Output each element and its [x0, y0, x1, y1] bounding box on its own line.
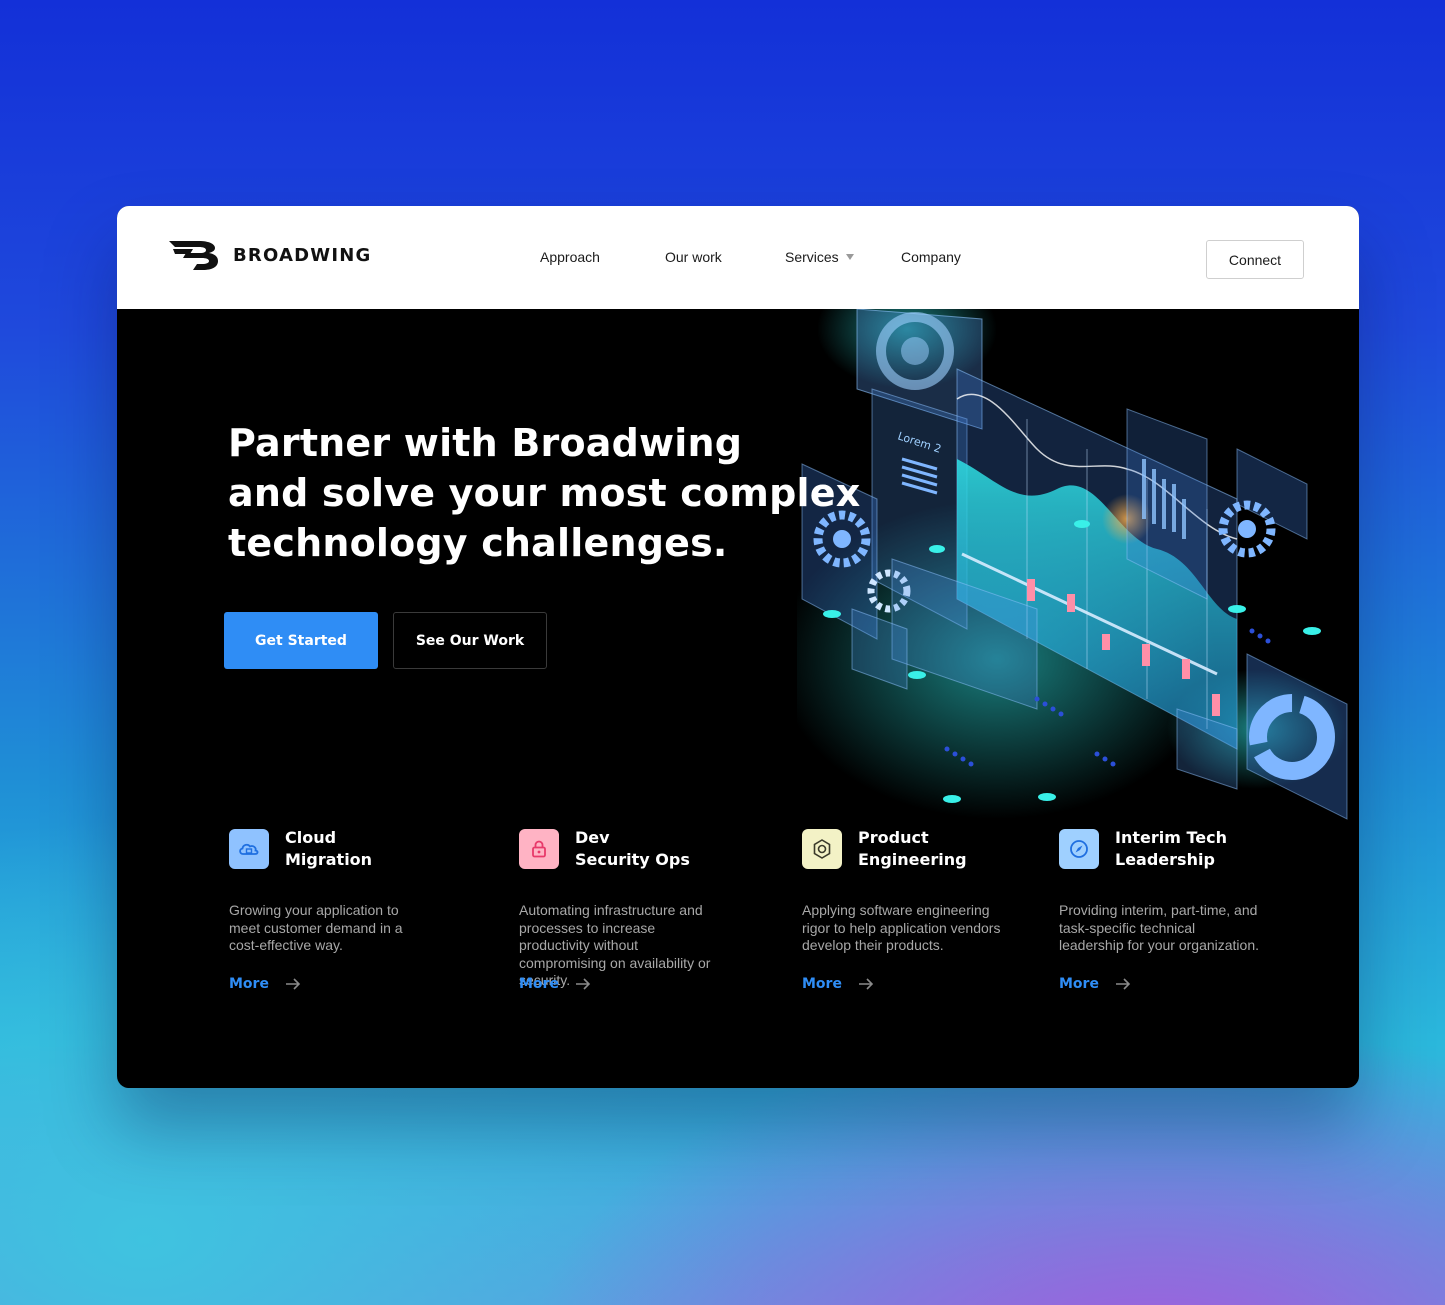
lock-icon [519, 829, 559, 869]
service-title: Product Engineering [858, 828, 967, 869]
main-menu: Approach Our work Services Company [540, 249, 1001, 265]
more-label: More [519, 976, 559, 992]
service-title: Dev Security Ops [575, 828, 690, 869]
page-background: BROADWING Approach Our work Services Com… [3, 3, 1442, 1302]
service-title: Interim Tech Leadership [1115, 828, 1227, 869]
dev-security-ops-more-link[interactable]: More [519, 976, 591, 992]
cloud-icon [229, 829, 269, 869]
headline-line-3: technology challenges. [228, 521, 728, 565]
headline-line-1: Partner with Broadwing [228, 421, 743, 465]
see-our-work-button[interactable]: See Our Work [393, 612, 547, 669]
service-card-interim-tech-leadership: Interim Tech Leadership Providing interi… [1059, 827, 1279, 955]
browser-window: BROADWING Approach Our work Services Com… [117, 206, 1359, 1088]
brand-name: BROADWING [233, 244, 372, 266]
hero-section: Lorem 2 Partner with Broadwing and solve… [117, 309, 1359, 1088]
service-card-dev-security-ops: Dev Security Ops Automating infrastructu… [519, 827, 739, 990]
nav-our-work[interactable]: Our work [665, 249, 785, 265]
service-description: Providing interim, part-time, and task-s… [1059, 902, 1260, 953]
arrow-right-icon [285, 978, 301, 990]
cloud-migration-more-link[interactable]: More [229, 976, 301, 992]
donut-chart-panel [1246, 653, 1348, 820]
nav-services[interactable]: Services [785, 249, 901, 265]
chevron-down-icon [845, 254, 854, 260]
arrow-right-icon [858, 978, 874, 990]
service-description: Applying software engineering rigor to h… [802, 902, 1001, 953]
brand-logo[interactable]: BROADWING [169, 239, 371, 271]
nav-company[interactable]: Company [901, 249, 1001, 265]
isometric-dashboard-illustration: Lorem 2 [797, 309, 1348, 820]
interim-tech-leadership-more-link[interactable]: More [1059, 976, 1131, 992]
arrow-right-icon [1115, 978, 1131, 990]
service-title: Cloud Migration [285, 828, 373, 869]
nav-services-label: Services [785, 249, 839, 265]
get-started-button[interactable]: Get Started [224, 612, 378, 669]
service-card-cloud-migration: Cloud Migration Growing your application… [229, 827, 449, 955]
more-label: More [229, 976, 269, 992]
hexagon-gear-icon [802, 829, 842, 869]
product-engineering-more-link[interactable]: More [802, 976, 874, 992]
more-label: More [802, 976, 842, 992]
nav-approach[interactable]: Approach [540, 249, 665, 265]
arrow-right-icon [575, 978, 591, 990]
compass-icon [1059, 829, 1099, 869]
more-label: More [1059, 976, 1099, 992]
service-card-product-engineering: Product Engineering Applying software en… [802, 827, 1022, 955]
wing-logo-icon [169, 241, 218, 270]
hero-headline: Partner with Broadwing and solve your mo… [228, 418, 868, 568]
connect-button[interactable]: Connect [1206, 240, 1304, 279]
top-navigation: BROADWING Approach Our work Services Com… [117, 206, 1359, 309]
service-description: Growing your application to meet custome… [229, 902, 403, 953]
headline-line-2: and solve your most complex [228, 471, 861, 515]
